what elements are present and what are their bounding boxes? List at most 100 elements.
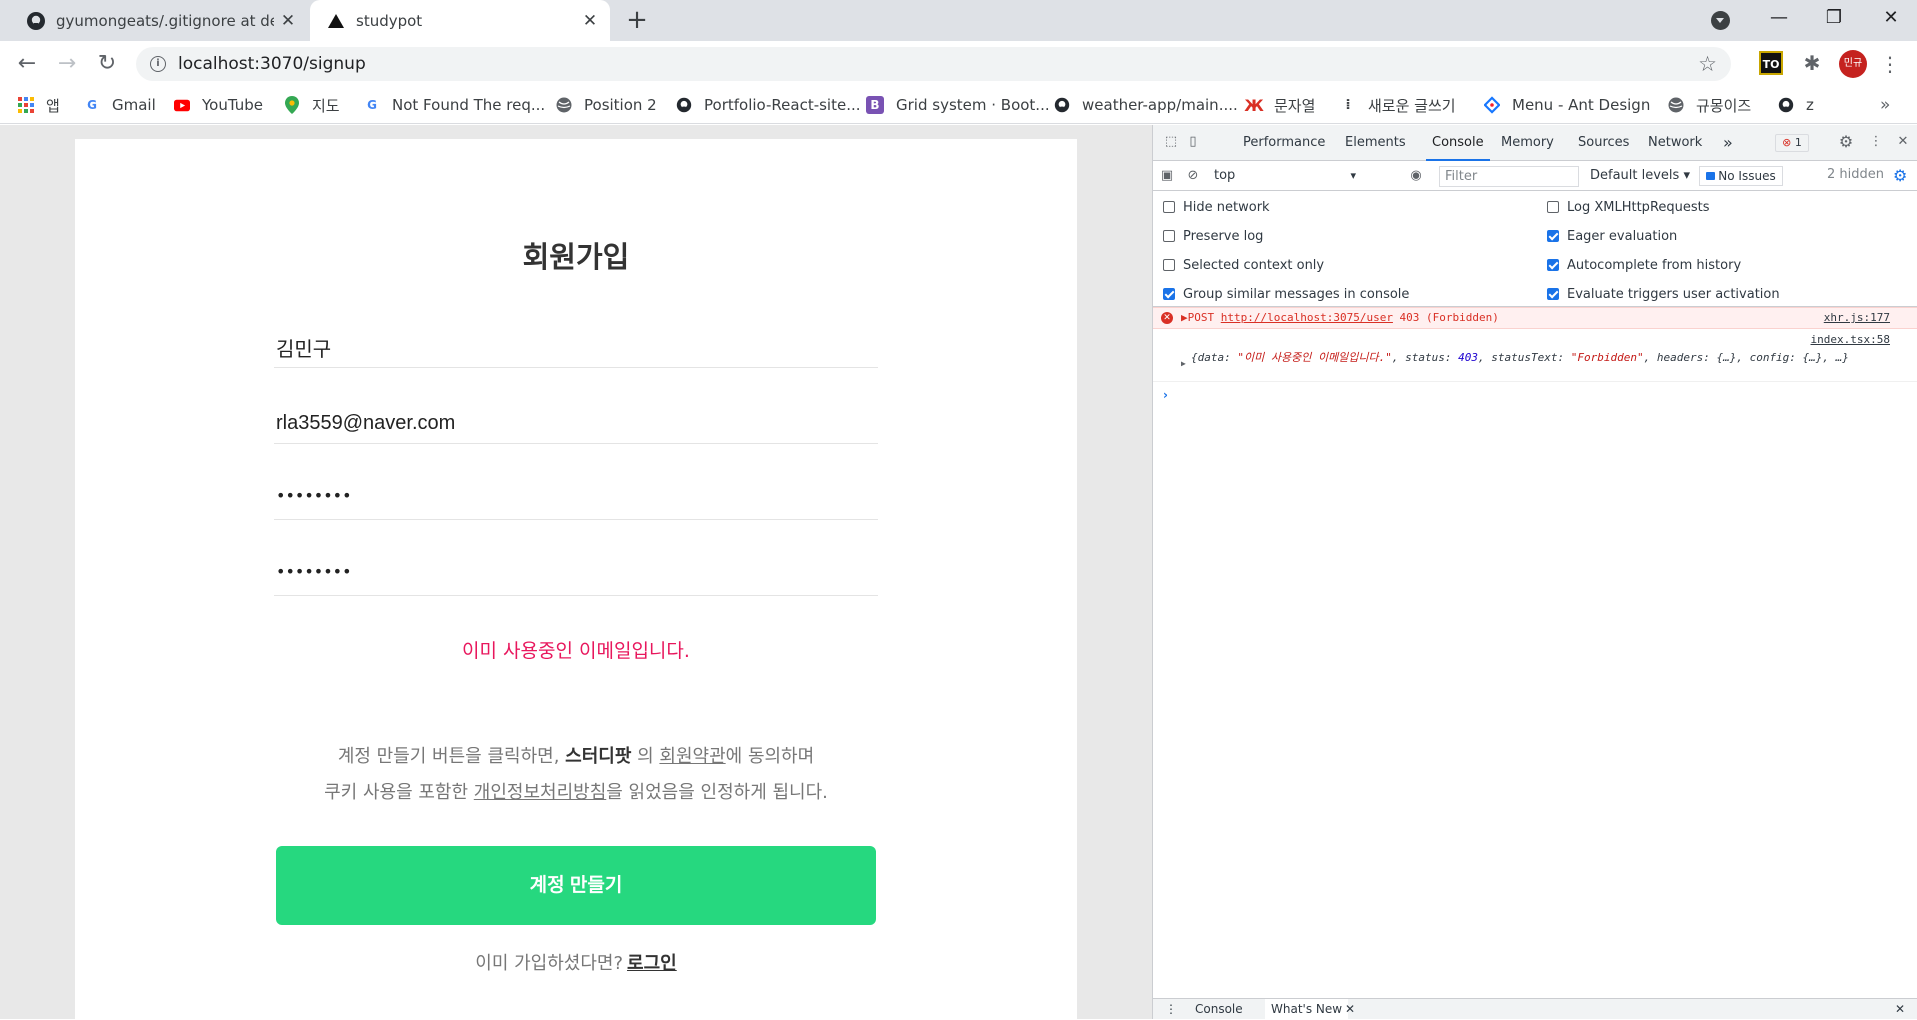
bookmark-gyumongeats[interactable]: 규몽이즈	[1668, 93, 1751, 117]
terms-link[interactable]: 회원약관	[659, 746, 725, 767]
option-hide-network[interactable]: Hide network	[1163, 197, 1270, 217]
password-field[interactable]: ••••••••	[274, 444, 878, 520]
bookmark-z[interactable]: z	[1778, 93, 1814, 117]
browser-tab-gitignore[interactable]: gyumongeats/.gitignore at deve ✕	[0, 0, 308, 41]
sidebar-toggle-icon[interactable]: ▣	[1159, 168, 1175, 184]
context-selector[interactable]: top	[1208, 166, 1360, 186]
option-group-similar[interactable]: Group similar messages in console	[1163, 284, 1409, 304]
inspect-element-icon[interactable]: ⬚	[1163, 134, 1179, 150]
address-bar[interactable]: i localhost:3070/signup ☆	[136, 47, 1731, 81]
forward-arrow-icon[interactable]: →	[53, 50, 81, 78]
name-field[interactable]	[274, 292, 878, 368]
minimize-button[interactable]: —	[1756, 0, 1802, 38]
password-confirm-input[interactable]: ••••••••	[276, 562, 352, 581]
more-tabs-icon[interactable]: »	[1723, 125, 1733, 161]
profile-avatar[interactable]: 민규	[1839, 50, 1867, 78]
bookmark-ant-design[interactable]: Menu - Ant Design	[1484, 93, 1650, 117]
option-eval-triggers[interactable]: Evaluate triggers user activation	[1547, 284, 1780, 304]
expand-triangle-icon[interactable]: ▶	[1181, 356, 1186, 371]
bookmark-munjayeol[interactable]: Ж 문자열	[1244, 93, 1315, 117]
password-input[interactable]: ••••••••	[276, 486, 352, 505]
devtools-tab-console[interactable]: Console	[1426, 125, 1490, 161]
source-link[interactable]: index.tsx:58	[1811, 332, 1890, 347]
devtools-tab-elements[interactable]: Elements	[1345, 125, 1406, 161]
drawer-tab-whats-new[interactable]: What's New	[1265, 999, 1349, 1020]
console-settings-pane: Hide network Preserve log Selected conte…	[1153, 191, 1917, 307]
url-text[interactable]: localhost:3070/signup	[178, 54, 366, 74]
console-prompt[interactable]: ›	[1163, 388, 1168, 402]
bookmark-grid-system[interactable]: B Grid system · Boot...	[866, 93, 1050, 117]
extensions-puzzle-icon[interactable]: ✱	[1800, 51, 1824, 75]
console-log-message[interactable]: index.tsx:58 ▶ {data: "이미 사용중인 이메일입니다.",…	[1153, 330, 1917, 382]
create-account-button[interactable]: 계정 만들기	[276, 846, 876, 925]
bookmark-portfolio[interactable]: Portfolio-React-site...	[676, 93, 861, 117]
source-link[interactable]: xhr.js:177	[1824, 308, 1890, 328]
console-settings-icon[interactable]: ⚙	[1893, 166, 1907, 185]
error-count-badge[interactable]: ⊗ 1	[1775, 134, 1809, 152]
close-devtools-icon[interactable]: ✕	[1895, 134, 1911, 150]
email-input[interactable]	[276, 412, 866, 435]
option-log-xhr[interactable]: Log XMLHttpRequests	[1547, 197, 1710, 217]
issues-button[interactable]: No Issues	[1699, 166, 1783, 186]
bookmark-star-icon[interactable]: ☆	[1698, 52, 1717, 76]
close-tab-icon[interactable]: ✕	[278, 11, 298, 31]
email-field[interactable]	[274, 368, 878, 444]
request-url-link[interactable]: http://localhost:3075/user	[1221, 311, 1393, 324]
info-icon[interactable]: i	[150, 56, 166, 72]
chrome-menu-icon[interactable]: ⋮	[1880, 50, 1900, 78]
devtools-tab-memory[interactable]: Memory	[1501, 125, 1554, 161]
bookmark-not-found[interactable]: G Not Found The req...	[364, 93, 545, 117]
devtools-tab-network[interactable]: Network	[1648, 125, 1702, 161]
password-confirm-field[interactable]: ••••••••	[274, 520, 878, 596]
close-window-button[interactable]: ✕	[1868, 0, 1914, 38]
bookmarks-overflow-icon[interactable]: »	[1880, 95, 1890, 115]
devtools-tab-sources[interactable]: Sources	[1578, 125, 1629, 161]
apps-grid-icon	[18, 97, 34, 113]
browser-tab-studypot[interactable]: studypot ✕	[310, 0, 610, 41]
checkbox[interactable]	[1547, 201, 1559, 213]
tab-search-icon[interactable]	[1711, 11, 1730, 30]
bookmark-gmail[interactable]: G Gmail	[84, 93, 156, 117]
checkbox[interactable]	[1163, 201, 1175, 213]
console-error-message[interactable]: ✕ ▶POST http://localhost:3075/user 403 (…	[1153, 307, 1917, 329]
name-input[interactable]	[276, 336, 866, 359]
close-tab-icon[interactable]: ✕	[580, 11, 600, 31]
eye-icon[interactable]: ◉	[1408, 168, 1424, 184]
devtools-menu-icon[interactable]: ⋮	[1868, 134, 1884, 150]
dots-icon: ⁞	[1345, 97, 1351, 113]
option-selected-context[interactable]: Selected context only	[1163, 255, 1324, 275]
bookmark-new-post[interactable]: ⁞ 새로운 글쓰기	[1340, 93, 1455, 117]
bookmark-youtube[interactable]: YouTube	[174, 93, 263, 117]
bookmark-label: 지도	[312, 96, 340, 115]
extension-to-icon[interactable]: TO	[1759, 51, 1783, 75]
checkbox[interactable]	[1163, 230, 1175, 242]
drawer-tab-console[interactable]: Console	[1195, 999, 1243, 1020]
option-preserve-log[interactable]: Preserve log	[1163, 226, 1263, 246]
bookmark-apps[interactable]: 앱	[18, 93, 60, 117]
close-drawer-icon[interactable]: ✕	[1895, 999, 1905, 1020]
drawer-menu-icon[interactable]: ⋮	[1165, 999, 1177, 1020]
checkbox-checked[interactable]	[1547, 288, 1559, 300]
device-toolbar-icon[interactable]: ▯	[1185, 134, 1201, 150]
option-eager-eval[interactable]: Eager evaluation	[1547, 226, 1677, 246]
bookmark-position-2[interactable]: Position 2	[556, 93, 657, 117]
log-levels-dropdown[interactable]: Default levels ▾	[1590, 166, 1690, 186]
privacy-policy-link[interactable]: 개인정보처리방침	[474, 782, 606, 803]
checkbox-checked[interactable]	[1163, 288, 1175, 300]
clear-console-icon[interactable]: ⊘	[1185, 168, 1201, 184]
reload-icon[interactable]: ↻	[93, 50, 121, 78]
settings-gear-icon[interactable]: ⚙	[1838, 134, 1854, 150]
bookmark-maps[interactable]: 지도	[284, 93, 340, 117]
checkbox-checked[interactable]	[1547, 230, 1559, 242]
new-tab-button[interactable]: +	[624, 7, 650, 34]
login-link[interactable]: 로그인	[627, 953, 677, 974]
restore-button[interactable]: ❐	[1811, 0, 1857, 38]
option-autocomplete[interactable]: Autocomplete from history	[1547, 255, 1741, 275]
back-arrow-icon[interactable]: ←	[13, 50, 41, 78]
close-drawer-tab-icon[interactable]: ✕	[1345, 999, 1355, 1020]
bookmark-weather-app[interactable]: weather-app/main....	[1054, 93, 1238, 117]
checkbox[interactable]	[1163, 259, 1175, 271]
checkbox-checked[interactable]	[1547, 259, 1559, 271]
devtools-tab-performance[interactable]: Performance	[1243, 125, 1325, 161]
console-filter-input[interactable]: Filter	[1439, 166, 1579, 187]
